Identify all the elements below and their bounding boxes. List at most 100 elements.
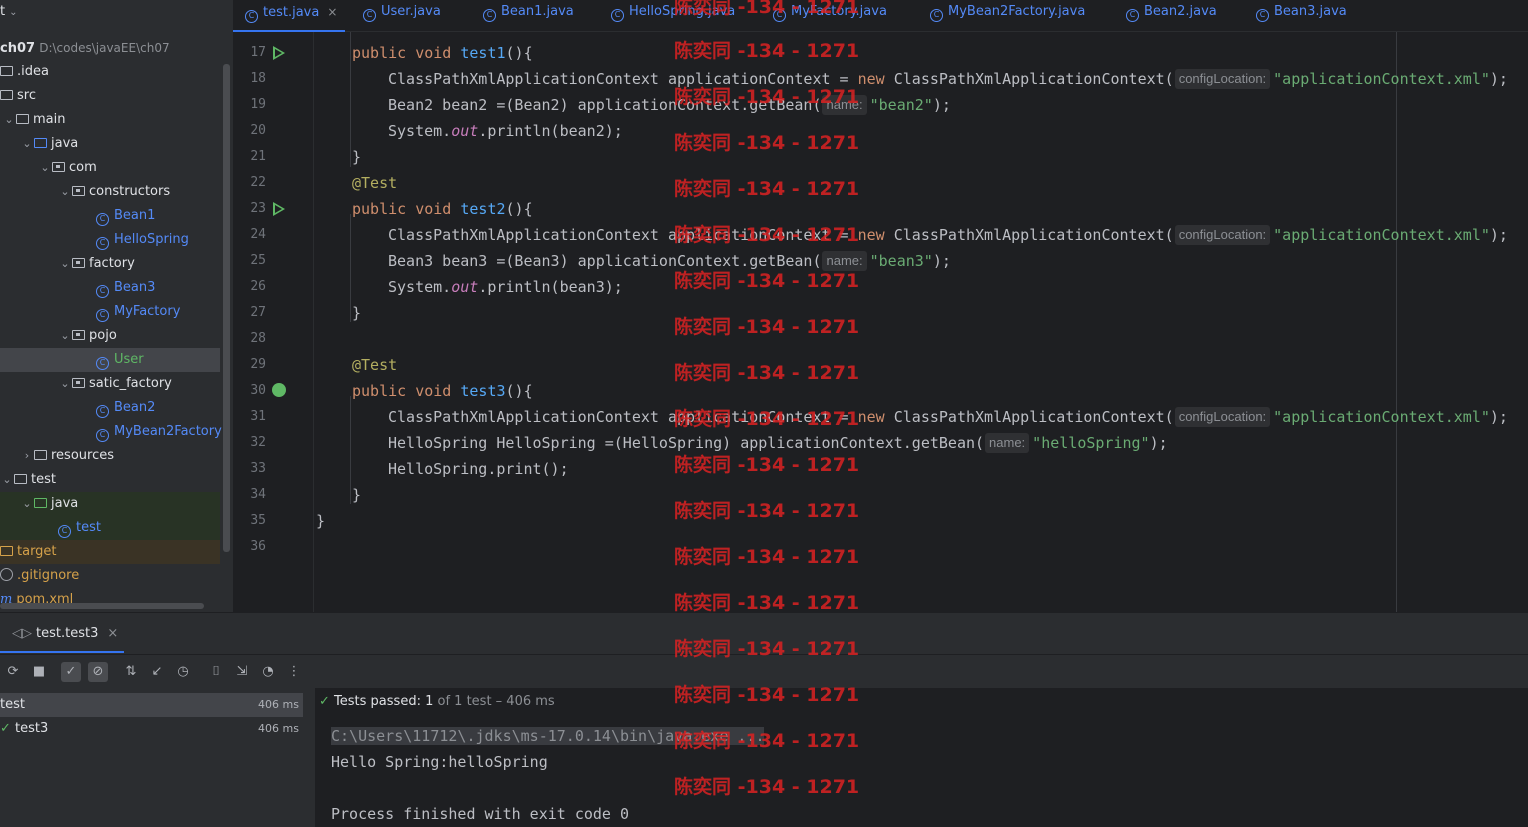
code-line-19: Bean2 bean2 =(Bean2) applicationContext.… [388, 95, 951, 115]
tests-status: ✓ Tests passed: 1 of 1 test – 406 ms [319, 694, 555, 709]
close-icon[interactable]: × [107, 626, 118, 641]
project-view-selector[interactable]: t ⌄ [0, 0, 233, 24]
more-icon[interactable]: ⋮ [284, 662, 304, 682]
tree-item-factory[interactable]: ⌄ factory [0, 252, 220, 276]
run-test-icon[interactable] [273, 202, 285, 216]
active-tab-indicator [0, 651, 124, 653]
tree-item-constructors[interactable]: ⌄ constructors [0, 180, 220, 204]
tab-hellospring-java[interactable]: C HelloSpring.java [611, 0, 735, 24]
tab-bean2-java[interactable]: C Bean2.java [1126, 0, 1217, 24]
class-icon: C [96, 405, 109, 418]
project-scrollbar-horizontal[interactable] [0, 603, 204, 609]
tree-item-satic-factory[interactable]: ⌄ satic_factory [0, 372, 220, 396]
tree-item-myfactory[interactable]: C MyFactory [0, 300, 220, 324]
show-ignored-icon[interactable]: ⊘ [88, 662, 108, 682]
class-icon: C [773, 9, 786, 22]
code-line-24: ClassPathXmlApplicationContext applicati… [388, 225, 1508, 245]
class-icon: C [96, 429, 109, 442]
line-number: 30 [250, 383, 266, 398]
project-scrollbar-vertical[interactable] [223, 64, 230, 552]
line-number: 29 [250, 357, 266, 372]
run-tool-window-header: ◁▷ test.test3 × [0, 612, 1528, 654]
tree-item-src[interactable]: src [0, 84, 220, 108]
line-number: 17 [250, 45, 266, 60]
chevron-down-icon: ⌄ [22, 497, 32, 510]
tree-item-gitignore[interactable]: .gitignore [0, 564, 220, 588]
console-output-line: Hello Spring:helloSpring [331, 753, 548, 771]
tab-user-java[interactable]: C User.java [363, 0, 441, 24]
ide-window: t ⌄ ch07 D:\codes\javaEE\ch07 .idea src ⌄… [0, 0, 1528, 827]
tree-item-test-java[interactable]: ⌄ java [0, 492, 220, 516]
tab-run-config[interactable]: ◁▷ test.test3 × [12, 625, 118, 643]
line-number: 22 [250, 175, 266, 190]
class-icon: C [1256, 9, 1269, 22]
param-hint: name: [822, 95, 867, 115]
folder-icon [0, 90, 13, 100]
tree-item-user[interactable]: C User [0, 348, 220, 372]
rerun-icon[interactable]: ⟳ [3, 662, 23, 682]
line-number: 24 [250, 227, 266, 242]
check-icon: ✓ [0, 721, 11, 736]
code-line-26: System.out.println(bean3); [388, 278, 623, 296]
camera-icon[interactable]: ⌷ [206, 662, 226, 682]
code-line-22: @Test [352, 174, 398, 192]
class-icon: C [930, 9, 943, 22]
tree-item-test-class[interactable]: Ctest [0, 516, 220, 540]
tree-item-bean3[interactable]: C Bean3 [0, 276, 220, 300]
line-number: 21 [250, 149, 266, 164]
code-line-30: public void test3(){ [352, 382, 533, 400]
indent-guide [350, 396, 351, 504]
tab-test-java[interactable]: Ctest.java × [245, 0, 337, 24]
console-output[interactable]: ✓ Tests passed: 1 of 1 test – 406 ms C:\… [314, 688, 1528, 827]
tree-item-test[interactable]: ⌄ test [0, 468, 220, 492]
line-number: 18 [250, 71, 266, 86]
code-editor[interactable]: public void test1(){ ClassPathXmlApplica… [313, 32, 1528, 612]
coverage-icon[interactable]: ◔ [258, 662, 278, 682]
run-test-icon[interactable] [273, 46, 285, 60]
close-icon[interactable]: × [327, 5, 337, 19]
tree-item-com[interactable]: ⌄ com [0, 156, 220, 180]
tab-bean3-java[interactable]: C Bean3.java [1256, 0, 1347, 24]
tree-item-mybean2factory[interactable]: C MyBean2Factory [0, 420, 222, 444]
console-command[interactable]: C:\Users\11712\.jdks\ms-17.0.14\bin\java… [331, 724, 765, 748]
class-icon: C [245, 10, 258, 23]
tree-item-pojo[interactable]: ⌄ pojo [0, 324, 220, 348]
tree-item-idea[interactable]: .idea [0, 60, 220, 84]
line-number: 26 [250, 279, 266, 294]
chevron-down-icon: ⌄ [60, 329, 70, 342]
param-hint: configLocation: [1174, 225, 1271, 245]
class-icon: C [611, 9, 624, 22]
test-suite-row[interactable]: test 406 ms [0, 693, 303, 717]
tree-item-bean2[interactable]: C Bean2 [0, 396, 220, 420]
code-line-34: } [352, 486, 362, 504]
tree-item-hellospring[interactable]: C HelloSpring [0, 228, 220, 252]
stop-icon[interactable]: ■ [29, 662, 49, 682]
run-passed-icon[interactable] [272, 383, 286, 397]
ignore-icon [0, 568, 13, 581]
tree-item-target[interactable]: target [0, 540, 220, 564]
tree-item-main[interactable]: ⌄ main [0, 108, 220, 132]
chevron-down-icon: ⌄ [60, 257, 70, 270]
class-icon: C [96, 357, 109, 370]
test-case-row[interactable]: ✓ test3 406 ms [0, 717, 303, 741]
tab-mybean2factory-java[interactable]: C MyBean2Factory.java [930, 0, 1085, 24]
chevron-down-icon: ⌄ [2, 473, 12, 486]
line-number: 25 [250, 253, 266, 268]
tree-item-java[interactable]: ⌄ java [0, 132, 220, 156]
show-passed-icon[interactable]: ✓ [61, 662, 81, 682]
class-icon: C [483, 9, 496, 22]
code-line-18: ClassPathXmlApplicationContext applicati… [388, 69, 1508, 89]
line-number: 32 [250, 435, 266, 450]
tree-root[interactable]: ch07 D:\codes\javaEE\ch07 [0, 36, 220, 60]
sort-icon[interactable]: ⇅ [121, 662, 141, 682]
line-number: 23 [250, 201, 266, 216]
tab-bean1-java[interactable]: C Bean1.java [483, 0, 574, 24]
import-icon[interactable]: ⇲ [232, 662, 252, 682]
code-line-27: } [352, 304, 362, 322]
tree-item-bean1[interactable]: C Bean1 [0, 204, 220, 228]
tree-item-resources[interactable]: › resources [0, 444, 220, 468]
tab-myfactory-java[interactable]: C MyFactory.java [773, 0, 887, 24]
history-icon[interactable]: ◷ [173, 662, 193, 682]
collapse-icon[interactable]: ↙ [147, 662, 167, 682]
line-number: 33 [250, 461, 266, 476]
